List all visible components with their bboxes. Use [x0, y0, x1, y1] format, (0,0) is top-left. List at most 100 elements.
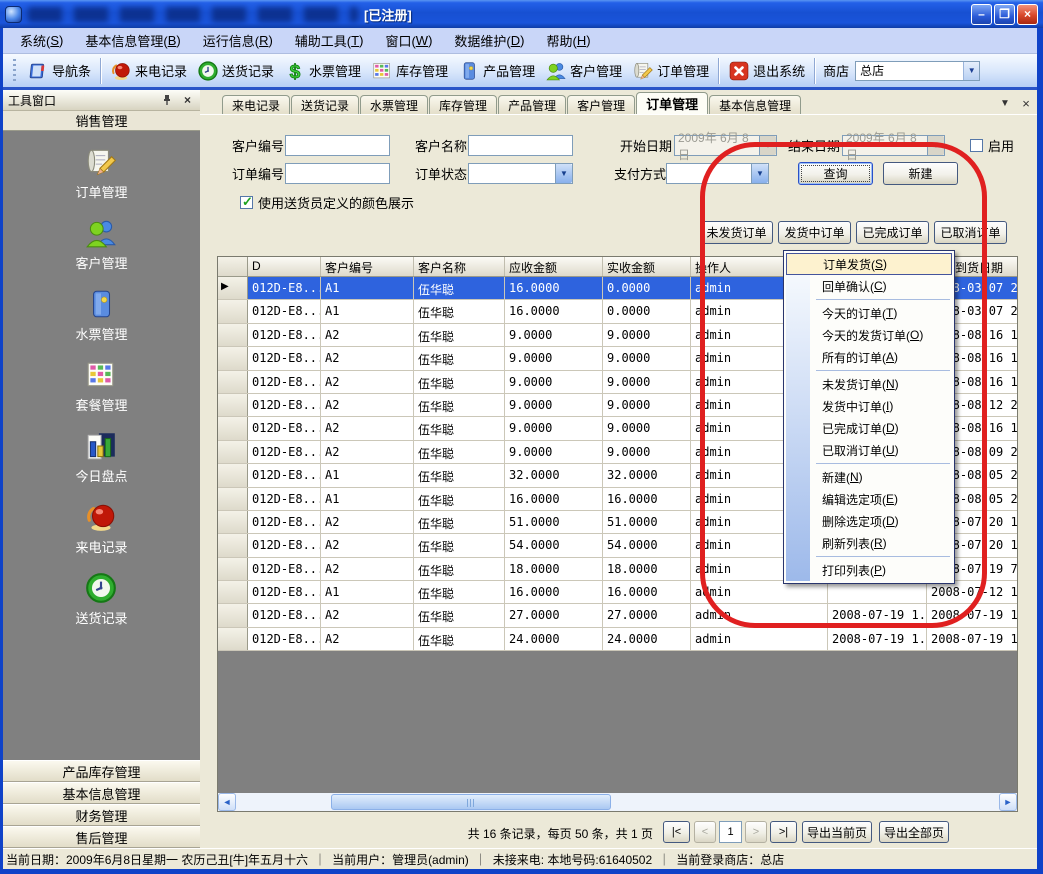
tab-list-dropdown-icon[interactable]: ▼	[997, 96, 1013, 111]
toolbar-button-nav-book[interactable]: 导航条	[22, 58, 96, 84]
menu-item-2[interactable]: 基本信息管理(B)	[74, 28, 191, 53]
menu-item-5[interactable]: 窗口(W)	[374, 28, 443, 53]
row-selector[interactable]	[218, 604, 248, 626]
export-all-pages-button[interactable]: 导出全部页	[879, 821, 949, 843]
toolbar-button-grid-calendar[interactable]: 库存管理	[366, 58, 453, 84]
menu-item-7[interactable]: 帮助(H)	[535, 28, 601, 53]
context-menu-item[interactable]: 已取消订单(U)	[786, 439, 952, 461]
row-selector[interactable]	[218, 511, 248, 533]
menu-item-4[interactable]: 辅助工具(T)	[284, 28, 375, 53]
sidebar-section-4[interactable]: 售后管理	[3, 826, 200, 848]
row-selector[interactable]	[218, 534, 248, 556]
sidebar-item-clock[interactable]: 送货记录	[75, 571, 127, 627]
sidebar-section-3[interactable]: 财务管理	[3, 804, 200, 826]
tab-7[interactable]: 订单管理	[636, 92, 708, 114]
page-number-input[interactable]: 1	[719, 821, 742, 843]
sidebar-item-call-bell[interactable]: 来电记录	[75, 500, 127, 556]
tab-8[interactable]: 基本信息管理	[709, 95, 801, 114]
tab-5[interactable]: 产品管理	[498, 95, 566, 114]
filter-button-2[interactable]: 发货中订单	[778, 221, 851, 244]
context-menu-item[interactable]: 今天的发货订单(O)	[786, 324, 952, 346]
tab-2[interactable]: 送货记录	[291, 95, 359, 114]
export-current-page-button[interactable]: 导出当前页	[802, 821, 872, 843]
menu-item-3[interactable]: 运行信息(R)	[192, 28, 284, 53]
toolbar-button-blue-book[interactable]: 产品管理	[453, 58, 540, 84]
enable-checkbox[interactable]	[970, 139, 983, 152]
pin-icon[interactable]	[159, 93, 174, 108]
row-selector[interactable]	[218, 371, 248, 393]
query-button[interactable]: 查询	[798, 162, 873, 185]
column-header-2[interactable]: 客户编号	[321, 257, 414, 276]
toolbar-button-dollar[interactable]: $水票管理	[279, 58, 366, 84]
row-selector[interactable]	[218, 464, 248, 486]
next-page-button[interactable]: >	[745, 821, 767, 843]
tab-4[interactable]: 库存管理	[429, 95, 497, 114]
menu-item-1[interactable]: 系统(S)	[9, 28, 74, 53]
close-icon[interactable]: ×	[180, 93, 195, 108]
sidebar-section-2[interactable]: 基本信息管理	[3, 782, 200, 804]
minimize-button[interactable]: –	[971, 4, 992, 25]
scrollbar-thumb[interactable]	[331, 794, 611, 810]
context-menu-item[interactable]: 已完成订单(D)	[786, 417, 952, 439]
sidebar-item-bar-chart[interactable]: 今日盘点	[75, 429, 127, 485]
context-menu-item[interactable]: 编辑选定项(E)	[786, 488, 952, 510]
row-selector[interactable]	[218, 628, 248, 650]
column-header-1[interactable]: D	[248, 257, 321, 276]
sidebar-item-blue-book[interactable]: 水票管理	[75, 287, 127, 343]
close-button[interactable]: ×	[1017, 4, 1038, 25]
context-menu-item[interactable]: 打印列表(P)	[786, 559, 952, 581]
new-button[interactable]: 新建	[883, 162, 958, 185]
delivery-color-checkbox[interactable]	[240, 196, 253, 209]
tab-1[interactable]: 来电记录	[222, 95, 290, 114]
row-selector[interactable]	[218, 394, 248, 416]
order-status-select[interactable]: ▼	[468, 163, 573, 184]
row-selector[interactable]: ▶	[218, 277, 248, 299]
toolbar-button-people[interactable]: 客户管理	[540, 58, 627, 84]
row-selector[interactable]	[218, 300, 248, 322]
order-no-input[interactable]	[285, 163, 390, 184]
table-row[interactable]: 012D-E8...A2伍华聪27.000027.0000admin2008-0…	[218, 604, 1017, 627]
end-date-picker[interactable]: 2009年 6月 8日 ▼	[842, 135, 945, 156]
context-menu-item[interactable]: 未发货订单(N)	[786, 373, 952, 395]
scroll-right-icon[interactable]: ►	[999, 793, 1017, 811]
column-header-5[interactable]: 实收金额	[603, 257, 691, 276]
start-date-picker[interactable]: 2009年 6月 8日 ▼	[674, 135, 777, 156]
sidebar-item-people[interactable]: 客户管理	[75, 216, 127, 272]
context-menu-item[interactable]: 今天的订单(T)	[786, 302, 952, 324]
first-page-button[interactable]: |<	[663, 821, 690, 843]
tab-close-icon[interactable]: ×	[1018, 96, 1034, 111]
toolbar-button-call-bell[interactable]: 来电记录	[105, 58, 192, 84]
context-menu-item[interactable]: 所有的订单(A)	[786, 346, 952, 368]
customer-name-input[interactable]	[468, 135, 573, 156]
row-selector[interactable]	[218, 558, 248, 580]
column-header-4[interactable]: 应收金额	[505, 257, 603, 276]
prev-page-button[interactable]: <	[694, 821, 716, 843]
toolbar-button-clock[interactable]: 送货记录	[192, 58, 279, 84]
column-header-3[interactable]: 客户名称	[414, 257, 505, 276]
row-selector[interactable]	[218, 441, 248, 463]
context-menu-item[interactable]: 刷新列表(R)	[786, 532, 952, 554]
filter-button-4[interactable]: 已取消订单	[934, 221, 1007, 244]
context-menu-item[interactable]: 发货中订单(I)	[786, 395, 952, 417]
table-row[interactable]: 012D-E8...A2伍华聪24.000024.0000admin2008-0…	[218, 628, 1017, 651]
menu-item-6[interactable]: 数据维护(D)	[443, 28, 535, 53]
sidebar-item-scroll-pen[interactable]: 订单管理	[75, 145, 127, 201]
sidebar-section-1[interactable]: 产品库存管理	[3, 760, 200, 782]
toolbar-button-scroll-pen[interactable]: 订单管理	[627, 58, 714, 84]
filter-button-1[interactable]: 未发货订单	[700, 221, 773, 244]
context-menu-item[interactable]: 删除选定项(D)	[786, 510, 952, 532]
row-selector[interactable]	[218, 347, 248, 369]
last-page-button[interactable]: >|	[770, 821, 797, 843]
tab-3[interactable]: 水票管理	[360, 95, 428, 114]
chevron-down-icon[interactable]: ▼	[963, 62, 979, 80]
sidebar-item-grid-calendar[interactable]: 套餐管理	[75, 358, 127, 414]
row-selector[interactable]	[218, 488, 248, 510]
pay-method-select[interactable]: ▼	[666, 163, 769, 184]
context-menu-item[interactable]: 新建(N)	[786, 466, 952, 488]
context-menu-item[interactable]: 回单确认(C)	[786, 275, 952, 297]
table-row[interactable]: 012D-E8...A1伍华聪16.000016.0000admin2008-0…	[218, 581, 1017, 604]
row-selector[interactable]	[218, 324, 248, 346]
filter-button-3[interactable]: 已完成订单	[856, 221, 929, 244]
horizontal-scrollbar[interactable]: ◄ ►	[218, 793, 1017, 811]
tab-6[interactable]: 客户管理	[567, 95, 635, 114]
